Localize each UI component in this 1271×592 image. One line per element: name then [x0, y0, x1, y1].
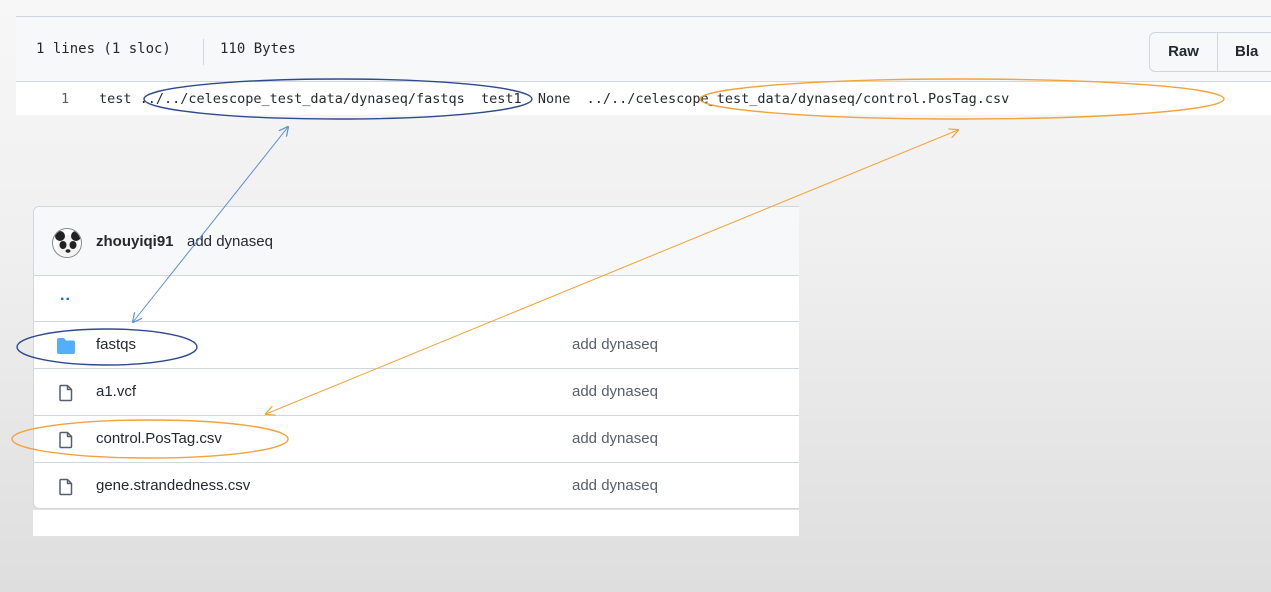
orange-arrow: [266, 130, 958, 414]
blue-arrow: [133, 127, 288, 322]
highlight-ellipse-postag-path: [699, 78, 1225, 120]
highlight-ellipse-fastqs-path: [143, 78, 533, 120]
highlight-ellipse-fastqs-folder: [16, 328, 198, 366]
annotation-overlay: [11, 78, 1225, 459]
highlight-ellipse-postag-file: [11, 419, 289, 459]
